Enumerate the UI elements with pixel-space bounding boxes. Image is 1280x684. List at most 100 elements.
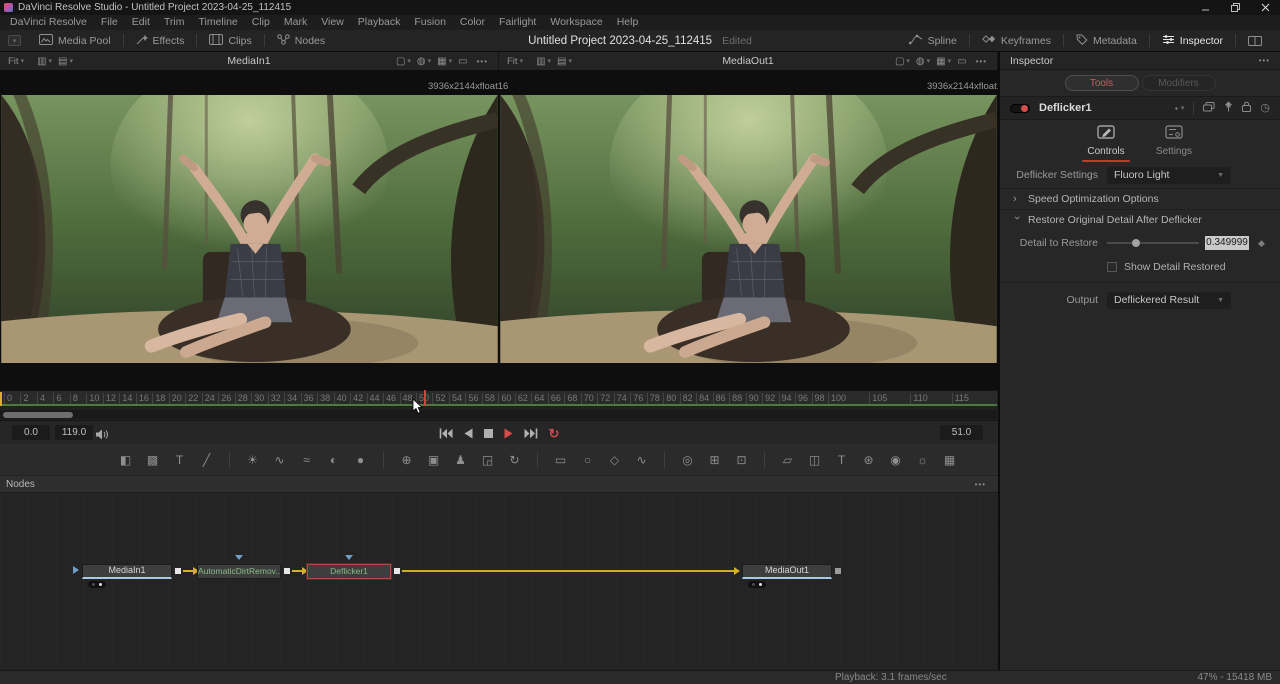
merge-tool-icon[interactable]: ⊕ — [393, 451, 420, 469]
menu-clip[interactable]: Clip — [245, 15, 277, 30]
nodes-button[interactable]: Nodes — [265, 30, 337, 51]
hue-curves-tool-icon[interactable]: ≈ — [293, 451, 320, 469]
menu-view[interactable]: View — [314, 15, 351, 30]
ellipse-mask-tool-icon[interactable]: ○ — [574, 451, 601, 469]
node-automaticdirtremov[interactable]: AutomaticDirtRemov... — [197, 564, 281, 579]
playhead[interactable] — [424, 390, 426, 406]
node-graph[interactable]: MediaIn1AutomaticDirtRemov...Deflicker1M… — [0, 493, 998, 669]
left-viewer-lut-dropdown[interactable]: ◍▾ — [417, 56, 431, 67]
pin-icon[interactable] — [1224, 99, 1233, 117]
reset-icon[interactable]: ◷ — [1260, 103, 1270, 114]
keyframe-diamond-icon[interactable]: ◆ — [1258, 238, 1265, 249]
camera-3d-tool-icon[interactable]: ◉ — [882, 451, 909, 469]
planar-tracker-tool-icon[interactable]: ⊞ — [701, 451, 728, 469]
tracker-tool-icon[interactable]: ◎ — [674, 451, 701, 469]
left-viewer-expand-button[interactable]: ▭ — [458, 56, 467, 67]
bspline-mask-tool-icon[interactable]: ∿ — [628, 451, 655, 469]
menu-help[interactable]: Help — [610, 15, 646, 30]
left-viewer-zoom-dropdown[interactable]: Fit▾ — [8, 56, 24, 67]
left-viewer-image[interactable] — [1, 95, 498, 363]
subtab-controls[interactable]: Controls — [1080, 125, 1132, 162]
rectangle-mask-tool-icon[interactable]: ▭ — [547, 451, 574, 469]
timeline-scrollbar-thumb[interactable] — [3, 412, 73, 418]
right-viewer-lut-dropdown[interactable]: ◍▾ — [916, 56, 930, 67]
image-plane-3d-tool-icon[interactable]: ▱ — [774, 451, 801, 469]
menu-workspace[interactable]: Workspace — [543, 15, 609, 30]
menu-file[interactable]: File — [94, 15, 125, 30]
copy-settings-icon[interactable] — [1203, 99, 1215, 117]
right-viewer-expand-button[interactable]: ▭ — [957, 56, 966, 67]
play-button[interactable] — [504, 426, 513, 440]
fast-noise-tool-icon[interactable]: ▩ — [139, 451, 166, 469]
menu-trim[interactable]: Trim — [157, 15, 192, 30]
left-viewer-options-menu[interactable]: ••• — [477, 57, 488, 66]
play-reverse-button[interactable] — [464, 426, 473, 440]
planar-transform-tool-icon[interactable]: ⊡ — [728, 451, 755, 469]
merge-3d-tool-icon[interactable]: ⊛ — [855, 451, 882, 469]
dual-screen-icon[interactable] — [1236, 30, 1274, 51]
left-viewer-channel-dropdown[interactable]: ▢▾ — [396, 56, 411, 67]
blur-tool-icon[interactable]: ● — [347, 451, 374, 469]
node-mediaout1[interactable]: MediaOut1 — [742, 564, 832, 579]
output-dropdown[interactable]: Deflickered Result ▼ — [1107, 292, 1231, 309]
section-restore-detail[interactable]: › Restore Original Detail After Deflicke… — [1000, 209, 1280, 230]
menu-fusion[interactable]: Fusion — [407, 15, 453, 30]
node-enable-toggle[interactable] — [1010, 104, 1030, 113]
menu-mark[interactable]: Mark — [277, 15, 314, 30]
stop-button[interactable] — [484, 426, 493, 440]
spline-button[interactable]: Spline — [897, 30, 969, 51]
detail-to-restore-value[interactable]: 0.349999 — [1205, 236, 1249, 250]
right-viewer-image[interactable] — [500, 95, 997, 363]
node-output-socket[interactable] — [284, 568, 290, 574]
spot-light-tool-icon[interactable]: ☼ — [909, 451, 936, 469]
text-tool-icon[interactable]: T — [166, 451, 193, 469]
shape-3d-tool-icon[interactable]: ◫ — [801, 451, 828, 469]
version-dropdown[interactable]: ▪ ▾ — [1175, 104, 1184, 113]
menu-edit[interactable]: Edit — [125, 15, 157, 30]
right-viewer-compare-dropdown[interactable]: ▤▾ — [557, 56, 572, 67]
left-viewer-compare-dropdown[interactable]: ▤▾ — [58, 56, 73, 67]
effects-button[interactable]: Effects — [124, 30, 197, 51]
node-output-socket[interactable] — [394, 568, 400, 574]
go-to-end-button[interactable] — [524, 426, 538, 440]
right-viewer-options-menu[interactable]: ••• — [976, 57, 987, 66]
menu-playback[interactable]: Playback — [351, 15, 408, 30]
menu-davinci-resolve[interactable]: DaVinci Resolve — [3, 15, 94, 30]
metadata-button[interactable]: Metadata — [1064, 30, 1149, 51]
tab-tools[interactable]: Tools — [1065, 75, 1139, 91]
nodes-options-menu[interactable]: ••• — [975, 480, 986, 489]
color-corrector-tool-icon[interactable]: ☀ — [239, 451, 266, 469]
show-detail-restored-checkbox[interactable] — [1107, 262, 1117, 272]
section-speed-optimization[interactable]: › Speed Optimization Options — [1000, 188, 1280, 209]
right-viewer-buffer-dropdown[interactable]: ▥▾ — [536, 56, 551, 67]
clips-button[interactable]: Clips — [197, 30, 263, 51]
subtab-settings[interactable]: Settings — [1148, 125, 1200, 162]
matte-control-tool-icon[interactable]: ▣ — [420, 451, 447, 469]
paint-tool-icon[interactable]: ╱ — [193, 451, 220, 469]
brightness-contrast-tool-icon[interactable]: ◐ — [320, 451, 347, 469]
deflicker-settings-dropdown[interactable]: Fluoro Light ▼ — [1107, 167, 1231, 184]
loop-button[interactable]: ↻ — [549, 426, 560, 440]
node-output-socket[interactable] — [835, 568, 841, 574]
ui-layout-toggle[interactable]: ▾ — [8, 35, 21, 46]
text-3d-tool-icon[interactable]: T — [828, 451, 855, 469]
delta-keyer-tool-icon[interactable]: ♟ — [447, 451, 474, 469]
tab-modifiers[interactable]: Modifiers — [1142, 75, 1216, 91]
resize-tool-icon[interactable]: ◲ — [474, 451, 501, 469]
transform-tool-icon[interactable]: ↻ — [501, 451, 528, 469]
right-viewer-zoom-dropdown[interactable]: Fit▾ — [507, 56, 523, 67]
node-mediain1[interactable]: MediaIn1 — [82, 564, 172, 579]
inspector-button[interactable]: Inspector — [1150, 30, 1235, 51]
go-to-start-button[interactable] — [439, 426, 453, 440]
detail-to-restore-slider[interactable] — [1107, 236, 1199, 250]
close-button[interactable] — [1250, 0, 1280, 15]
left-viewer-buffer-dropdown[interactable]: ▥▾ — [37, 56, 52, 67]
menu-color[interactable]: Color — [453, 15, 492, 30]
menu-timeline[interactable]: Timeline — [191, 15, 244, 30]
minimize-button[interactable] — [1190, 0, 1220, 15]
current-frame-field[interactable]: 51.0 — [940, 425, 983, 440]
keyframes-button[interactable]: Keyframes — [970, 30, 1063, 51]
menu-fairlight[interactable]: Fairlight — [492, 15, 543, 30]
renderer-3d-tool-icon[interactable]: ▦ — [936, 451, 963, 469]
right-viewer-guides-dropdown[interactable]: ▦▾ — [936, 56, 951, 67]
